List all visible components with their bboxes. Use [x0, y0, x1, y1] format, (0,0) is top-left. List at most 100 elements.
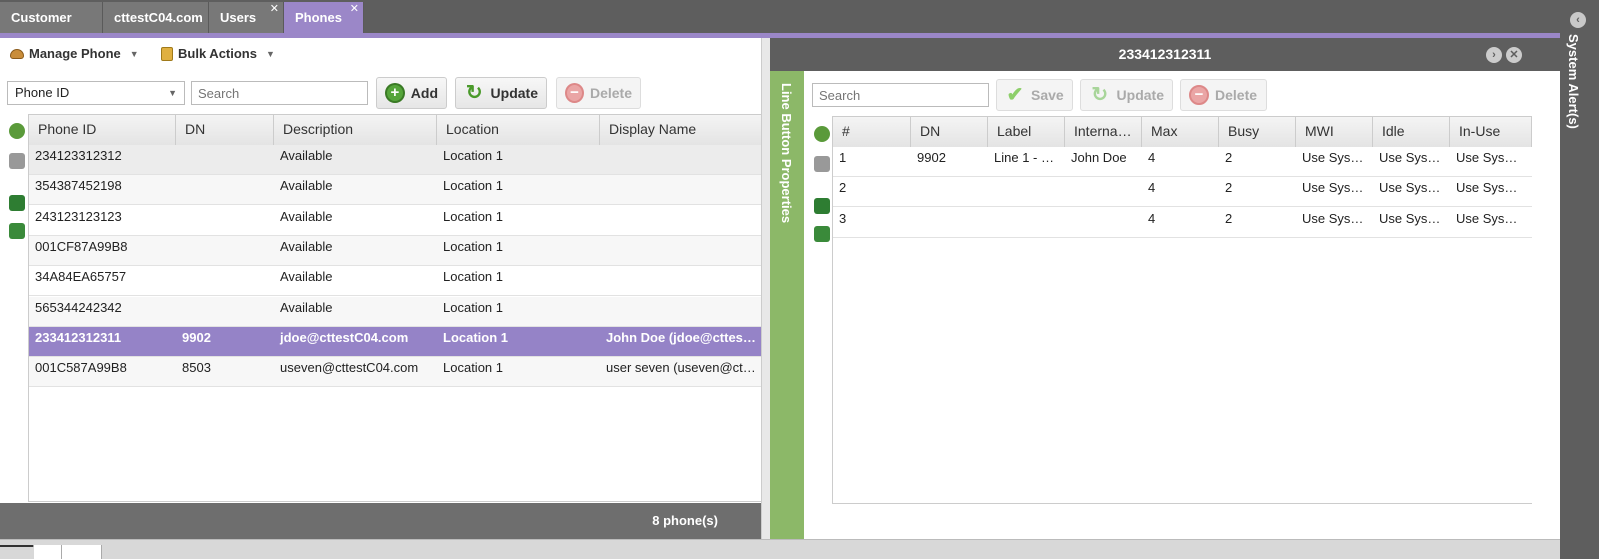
close-icon[interactable]: ✕: [270, 0, 279, 25]
save-button[interactable]: ✔ Save: [996, 79, 1073, 111]
panel-splitter[interactable]: [761, 38, 770, 552]
table-cell: [1065, 208, 1142, 238]
tab-label: Phones: [295, 10, 342, 25]
update-label: Update: [490, 85, 538, 101]
column-header[interactable]: MWI: [1296, 117, 1373, 147]
column-header-description[interactable]: Description: [274, 115, 437, 145]
filter-field-select[interactable]: Phone ID ▼: [7, 81, 185, 105]
add-button[interactable]: + Add: [376, 77, 447, 109]
chevron-down-icon: ▼: [265, 48, 275, 59]
table-cell: 233412312311: [35, 329, 122, 345]
table-cell: 2: [1225, 210, 1233, 226]
table-row[interactable]: 3 4 2 Use Sys… Use Sys… Use Sys…: [833, 208, 1532, 238]
collapse-left-icon[interactable]: ‹: [1570, 12, 1586, 28]
print-icon[interactable]: [9, 153, 25, 169]
delete-button[interactable]: − Delete: [556, 77, 641, 109]
next-icon[interactable]: ›: [1486, 47, 1502, 63]
tab-label: Users: [220, 10, 257, 25]
table-cell: Available: [280, 299, 333, 315]
table-cell: 9902: [182, 329, 211, 345]
table-cell: Available: [280, 269, 333, 285]
detail-delete-label: Delete: [1215, 87, 1258, 103]
delete-icon: −: [565, 83, 584, 103]
tab-customer-list[interactable]: Customer List: [0, 2, 103, 56]
table-cell: Location 1: [443, 148, 503, 163]
table-row[interactable]: 233412312311 9902 jdoe@cttestC04.com Locati…: [29, 326, 761, 357]
table-row[interactable]: 34A84EA65757 Available Location 1: [29, 266, 761, 297]
phones-grid: Phone ID DN Description Location Display…: [28, 114, 761, 502]
table-cell: [1065, 177, 1142, 207]
search-input[interactable]: [191, 81, 368, 105]
table-row[interactable]: 1 9902 Line 1 - … John Doe 4 2 Use Sys… Use Sys…: [833, 147, 1532, 177]
table-row[interactable]: 2 4 2 Use Sys… Use Sys… Use Sys…: [833, 177, 1532, 208]
table-cell: Location 1: [443, 269, 503, 285]
system-alerts-panel[interactable]: ‹ System Alert(s): [1560, 0, 1599, 559]
print-icon[interactable]: [814, 156, 830, 172]
csv-export-icon[interactable]: [9, 223, 25, 239]
table-cell: [600, 236, 761, 266]
table-cell: [600, 206, 761, 236]
column-header[interactable]: Busy: [1219, 117, 1296, 147]
refresh-icon[interactable]: [814, 126, 830, 142]
column-header[interactable]: Max: [1142, 117, 1219, 147]
detail-search-input[interactable]: [812, 83, 989, 107]
csv-export-icon[interactable]: [814, 226, 830, 242]
table-cell: 9902: [917, 150, 946, 165]
column-header-location[interactable]: Location: [437, 115, 600, 145]
table-row[interactable]: 001CF87A99B8 Available Location 1: [29, 235, 761, 266]
save-label: Save: [1031, 87, 1064, 103]
line-buttons-grid: # DN Label Interna… Max Busy MWI Idle In-Use 1 99…: [832, 116, 1532, 504]
excel-export-icon[interactable]: [814, 198, 830, 214]
table-cell: Available: [280, 178, 333, 194]
column-header[interactable]: Idle: [1373, 117, 1450, 147]
table-cell: 1: [839, 150, 847, 165]
table-row[interactable]: 243123123123 Available Location 1: [29, 206, 761, 236]
detail-delete-button[interactable]: − Delete: [1180, 79, 1267, 111]
close-icon[interactable]: ✕: [1506, 47, 1522, 63]
table-cell: John Doe: [1071, 150, 1127, 165]
table-cell: 34A84EA65757: [35, 269, 127, 285]
add-icon: +: [385, 83, 405, 103]
tab-phones[interactable]: Phones ✕: [284, 2, 364, 33]
refresh-icon[interactable]: [9, 123, 25, 139]
table-row[interactable]: 001C587A99B8 8503 useven@cttestC04.com Loca…: [29, 357, 761, 388]
tab-users[interactable]: Users ✕: [209, 2, 284, 33]
detail-toolbar: ✔ Save ↻ Update − Delete: [810, 78, 1550, 114]
column-header[interactable]: Label: [988, 117, 1065, 147]
checkmark-icon: ✔: [1006, 84, 1024, 106]
table-cell: [988, 208, 1065, 238]
column-header-dn[interactable]: DN: [176, 115, 274, 145]
detail-update-button[interactable]: ↻ Update: [1080, 79, 1173, 111]
table-cell: [600, 297, 761, 327]
close-icon[interactable]: ✕: [350, 0, 359, 25]
table-cell: 354387452198: [35, 178, 122, 194]
manage-phone-menu[interactable]: Manage Phone ▼: [10, 46, 139, 61]
tab-cttestc04[interactable]: cttestC04.com: [103, 2, 209, 33]
table-row[interactable]: 234123312312 Available Location 1: [29, 145, 761, 175]
bulk-actions-label: Bulk Actions: [178, 46, 257, 61]
table-row[interactable]: 565344242342 Available Location 1: [29, 296, 761, 327]
table-cell: Use Sys…: [1379, 210, 1441, 226]
table-row[interactable]: 354387452198 Available Location 1: [29, 175, 761, 206]
column-header-phone-id[interactable]: Phone ID: [29, 115, 176, 145]
table-cell: 001CF87A99B8: [35, 238, 128, 254]
grid-side-tools: [0, 120, 28, 502]
column-header-display-name[interactable]: Display Name: [600, 115, 761, 145]
table-cell: [600, 266, 761, 296]
column-header[interactable]: DN: [911, 117, 988, 147]
column-header[interactable]: Interna…: [1065, 117, 1142, 147]
table-cell: Use Sys…: [1302, 150, 1364, 165]
column-header-label: #: [842, 123, 850, 139]
column-header-label: Label: [997, 123, 1032, 139]
tab-label: cttestC04.com: [114, 10, 203, 25]
bulk-actions-menu[interactable]: Bulk Actions ▼: [161, 46, 275, 61]
column-header-label: MWI: [1305, 123, 1334, 139]
column-header[interactable]: In-Use: [1450, 117, 1532, 147]
update-button[interactable]: ↻ Update: [455, 77, 547, 109]
line-button-properties-tab[interactable]: Line Button Properties: [770, 71, 804, 552]
column-header[interactable]: #: [833, 117, 911, 147]
detail-update-label: Update: [1116, 87, 1164, 103]
status-strip: [0, 539, 1560, 559]
excel-export-icon[interactable]: [9, 195, 25, 211]
table-cell: [176, 266, 274, 296]
